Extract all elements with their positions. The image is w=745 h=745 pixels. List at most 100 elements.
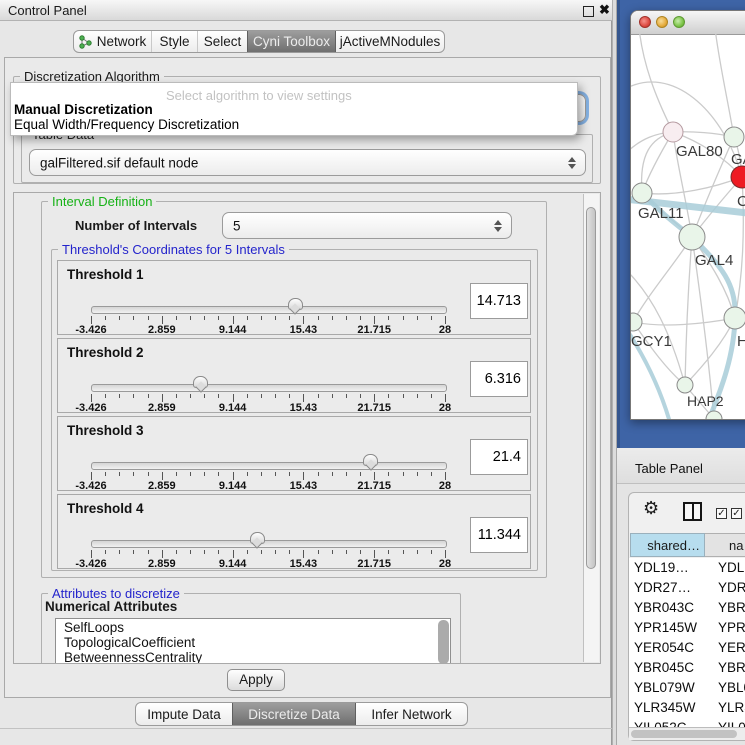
checkbox-icon[interactable]: ✓ [716, 508, 727, 519]
network-view-window: GAL80GACGAL11GAL4GCY1HHAP2 [630, 10, 745, 420]
table-panel-title: Table Panel [635, 461, 703, 476]
threshold-value-field[interactable]: 6.316 [470, 361, 528, 397]
threshold-value-field[interactable]: 21.4 [470, 439, 528, 475]
slider-tick [218, 550, 219, 554]
numerical-attributes-list[interactable]: SelfLoopsTopologicalCoefficientBetweenne… [55, 618, 451, 664]
network-edge[interactable] [715, 34, 734, 137]
slider-track[interactable] [91, 462, 447, 470]
table-row[interactable]: YBR043CYBR0 [629, 598, 745, 618]
table-row[interactable]: YBR045CYBR0 [629, 658, 745, 678]
settings-scroll-area: Interval Definition Number of Intervals … [13, 192, 601, 664]
tab-label: Discretize Data [248, 707, 340, 722]
float-window-icon[interactable] [583, 6, 594, 17]
network-node[interactable] [679, 224, 705, 250]
attribute-list-item[interactable]: SelfLoops [56, 619, 450, 634]
slider-tick [261, 550, 262, 554]
network-edge[interactable] [631, 82, 742, 177]
close-traffic-light-icon[interactable] [639, 16, 651, 28]
network-edge[interactable] [685, 237, 692, 385]
slider-tick [275, 472, 276, 476]
slider-tick-label: 15.43 [290, 402, 318, 414]
checkbox-icon[interactable]: ✓ [731, 508, 742, 519]
slider-track[interactable] [91, 540, 447, 548]
gear-icon[interactable]: ⚙ [643, 499, 659, 517]
table-data-combobox[interactable]: galFiltered.sif default node [29, 149, 586, 176]
settings-scrollbar-thumb[interactable] [586, 207, 596, 569]
table-row[interactable]: YLR345WYLR3 [629, 698, 745, 718]
network-window-titlebar[interactable] [631, 11, 745, 35]
slider-thumb[interactable] [193, 376, 208, 388]
network-node[interactable] [663, 122, 683, 142]
network-node-label: H [737, 333, 745, 350]
threshold-value-field[interactable]: 11.344 [470, 517, 528, 553]
list-scrollbar[interactable] [438, 620, 449, 664]
tab-label: Impute Data [147, 707, 221, 722]
slider-tick [190, 550, 191, 554]
column-header-shared-name[interactable]: shared… [630, 533, 705, 557]
apply-button[interactable]: Apply [227, 669, 285, 691]
number-of-intervals-combobox[interactable]: 5 [222, 212, 512, 239]
table-row[interactable]: YIL052CYIL0 [629, 718, 745, 727]
table-row[interactable]: YDL19…YDL1 [629, 558, 745, 578]
tab-select[interactable]: Select [197, 31, 247, 52]
threshold-value-field[interactable]: 14.713 [470, 283, 528, 319]
split-columns-icon[interactable] [683, 502, 702, 521]
network-node[interactable] [677, 377, 693, 393]
slider-tick [388, 316, 389, 320]
slider-track[interactable] [91, 306, 447, 314]
slider-tick-label: 21.715 [357, 324, 391, 336]
close-icon[interactable]: ✖ [599, 2, 610, 18]
node-table[interactable]: YDL19…YDL1YDR27…YDR2YBR043CYBR0YPR145WYP… [629, 558, 745, 727]
slider-tick [133, 394, 134, 398]
network-node-label: C [737, 193, 745, 210]
table-row[interactable]: YER054CYER0 [629, 638, 745, 658]
tab-label: Network [97, 34, 147, 49]
zoom-traffic-light-icon[interactable] [673, 16, 685, 28]
slider-tick [403, 316, 404, 320]
attribute-list-item[interactable]: TopologicalCoefficient [56, 634, 450, 649]
tab-jactivemnodules[interactable]: jActiveMNodules [336, 31, 444, 52]
cell-shared-name: YDL19… [634, 560, 689, 575]
table-hscrollbar[interactable] [629, 727, 745, 740]
network-node[interactable] [724, 307, 745, 329]
tab-style[interactable]: Style [151, 31, 197, 52]
slider-track[interactable] [91, 384, 447, 392]
cell-shared-name: YIL052C [634, 720, 687, 727]
settings-scrollbar[interactable] [583, 194, 599, 662]
network-node[interactable] [724, 127, 744, 147]
minimize-traffic-light-icon[interactable] [656, 16, 668, 28]
network-node[interactable] [731, 166, 745, 188]
slider-tick-label: -3.426 [75, 402, 106, 414]
tab-impute-data[interactable]: Impute Data [136, 703, 232, 725]
table-row[interactable]: YPR145WYPR1 [629, 618, 745, 638]
tab-cyni-toolbox[interactable]: Cyni Toolbox [247, 31, 336, 52]
slider-thumb[interactable] [250, 532, 265, 544]
attribute-list-item[interactable]: BetweennessCentrality [56, 649, 450, 664]
tab-infer-network[interactable]: Infer Network [356, 703, 467, 725]
slider-tick-label: 15.43 [290, 324, 318, 336]
tab-discretize-data[interactable]: Discretize Data [232, 703, 356, 725]
algorithm-option[interactable]: Equal Width/Frequency Discretization [14, 117, 239, 132]
slider-tick-label: 15.43 [290, 480, 318, 492]
slider-tick-label: 28 [439, 324, 451, 336]
network-canvas[interactable]: GAL80GACGAL11GAL4GCY1HHAP2 [631, 34, 745, 420]
slider-tick [190, 472, 191, 476]
algorithm-option[interactable]: Manual Discretization [14, 102, 153, 117]
threshold-label: Threshold 4 [67, 501, 144, 516]
cell-shared-name: YDR27… [634, 580, 691, 595]
network-edge[interactable] [633, 318, 735, 325]
slider-tick [275, 394, 276, 398]
network-edge[interactable] [642, 177, 742, 194]
network-node[interactable] [632, 183, 652, 203]
network-node[interactable] [631, 313, 642, 331]
table-hscrollbar-thumb[interactable] [631, 730, 737, 738]
slider-thumb[interactable] [288, 298, 303, 310]
network-edge[interactable] [633, 237, 692, 322]
table-row[interactable]: YDR27…YDR2 [629, 578, 745, 598]
slider-thumb[interactable] [363, 454, 378, 466]
slider-tick [374, 472, 375, 480]
tab-network[interactable]: Network [74, 31, 151, 52]
table-row[interactable]: YBL079WYBL0 [629, 678, 745, 698]
column-header-name[interactable]: na [705, 533, 745, 557]
slider-tick [417, 550, 418, 554]
